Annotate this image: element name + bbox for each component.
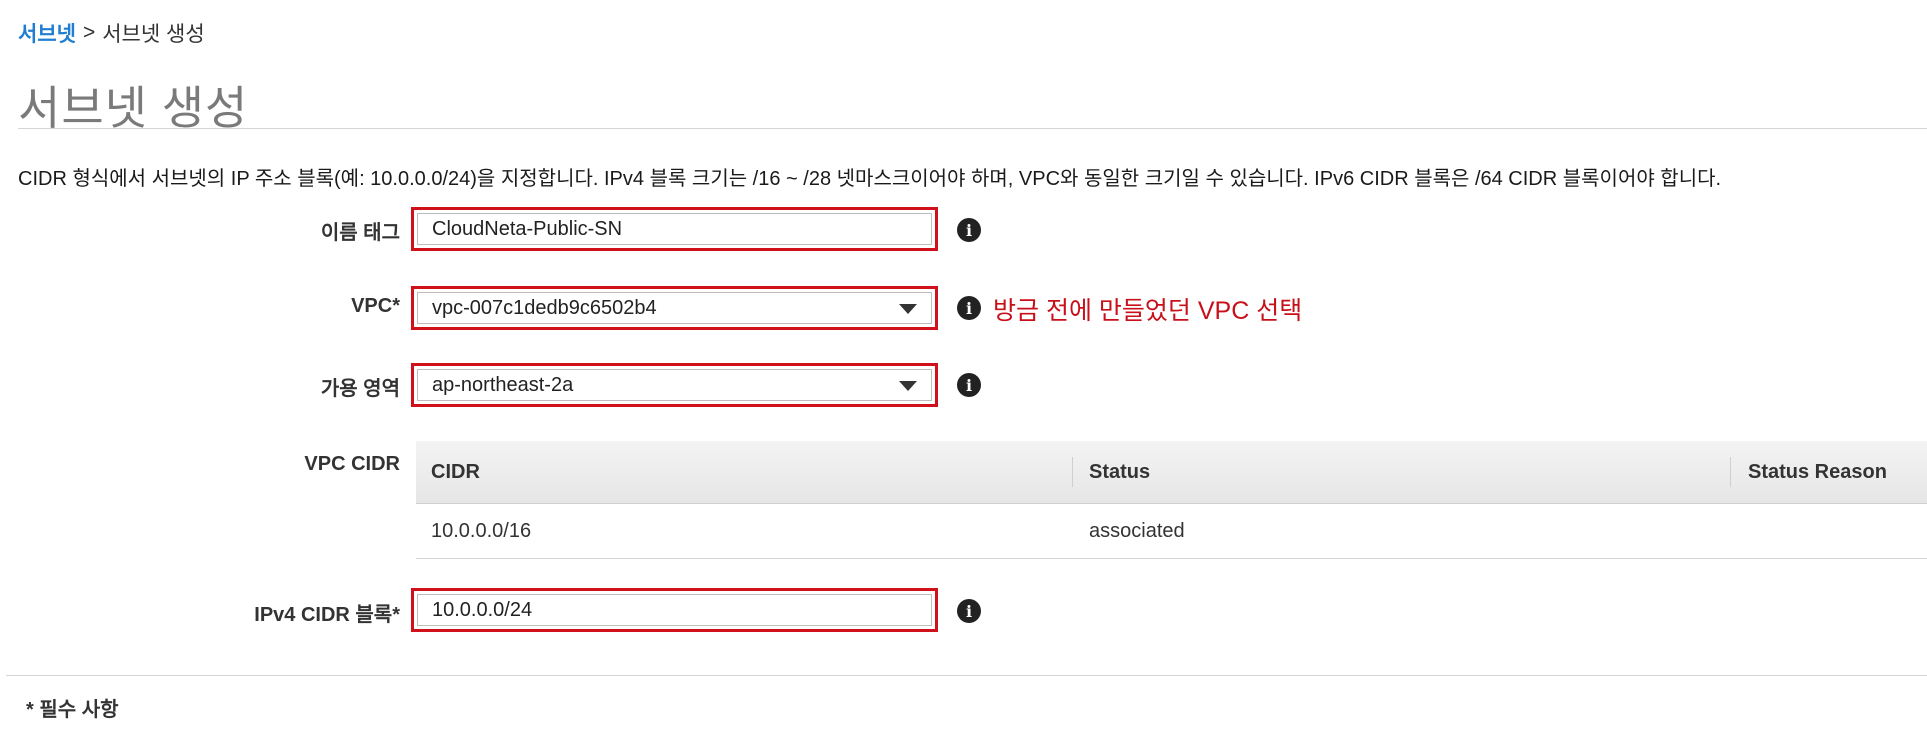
breadcrumb-separator: > (82, 21, 96, 44)
name-tag-label: 이름 태그 (320, 222, 400, 244)
name-tag-input[interactable] (417, 213, 932, 245)
ipv4-cidr-info-icon[interactable]: i (957, 599, 981, 623)
vpc-info-icon[interactable]: i (957, 296, 981, 320)
column-header-status-reason[interactable]: Status Reason (1748, 441, 1887, 503)
footer-divider (6, 675, 1927, 676)
vpc-cidr-table: CIDR Status Status Reason 10.0.0.0/16 as… (416, 441, 1927, 559)
name-tag-info-icon[interactable]: i (957, 218, 981, 242)
cidr-description: CIDR 형식에서 서브넷의 IP 주소 블록(예: 10.0.0.0/24)을… (18, 168, 1722, 190)
column-divider (1072, 457, 1073, 487)
breadcrumb-current: 서브넷 생성 (102, 23, 205, 46)
vpc-label: VPC* (351, 295, 400, 317)
ipv4-cidr-field-highlight (411, 588, 938, 632)
chevron-down-icon (899, 381, 917, 391)
availability-zone-info-icon[interactable]: i (957, 373, 981, 397)
chevron-down-icon (899, 304, 917, 314)
cell-cidr: 10.0.0.0/16 (431, 519, 532, 542)
availability-zone-select-value: ap-northeast-2a (432, 373, 574, 396)
column-divider (1730, 457, 1731, 487)
breadcrumb-subnets-link[interactable]: 서브넷 (18, 18, 76, 48)
title-divider (18, 128, 1927, 129)
vpc-select[interactable]: vpc-007c1dedb9c6502b4 (417, 292, 932, 324)
column-header-cidr[interactable]: CIDR (431, 441, 480, 503)
vpc-annotation: 방금 전에 만들었던 VPC 선택 (993, 297, 1303, 325)
vpc-select-value: vpc-007c1dedb9c6502b4 (432, 296, 657, 319)
required-fields-note: * 필수 사항 (26, 699, 119, 721)
availability-zone-label: 가용 영역 (320, 378, 400, 400)
vpc-cidr-label: VPC CIDR (304, 453, 400, 475)
cell-status: associated (1089, 519, 1185, 542)
breadcrumb: 서브넷 > 서브넷 생성 (18, 18, 205, 48)
vpc-field-highlight: vpc-007c1dedb9c6502b4 (411, 286, 938, 330)
column-header-status[interactable]: Status (1089, 441, 1150, 503)
create-subnet-page: 서브넷 > 서브넷 생성 서브넷 생성 CIDR 형식에서 서브넷의 IP 주소… (0, 0, 1927, 733)
table-row[interactable]: 10.0.0.0/16 associated (416, 504, 1927, 559)
ipv4-cidr-input[interactable] (417, 594, 932, 626)
vpc-cidr-table-header: CIDR Status Status Reason (416, 441, 1927, 504)
availability-zone-field-highlight: ap-northeast-2a (411, 363, 938, 407)
availability-zone-select[interactable]: ap-northeast-2a (417, 369, 932, 401)
name-tag-field-highlight (411, 207, 938, 251)
ipv4-cidr-label: IPv4 CIDR 블록* (254, 604, 400, 626)
